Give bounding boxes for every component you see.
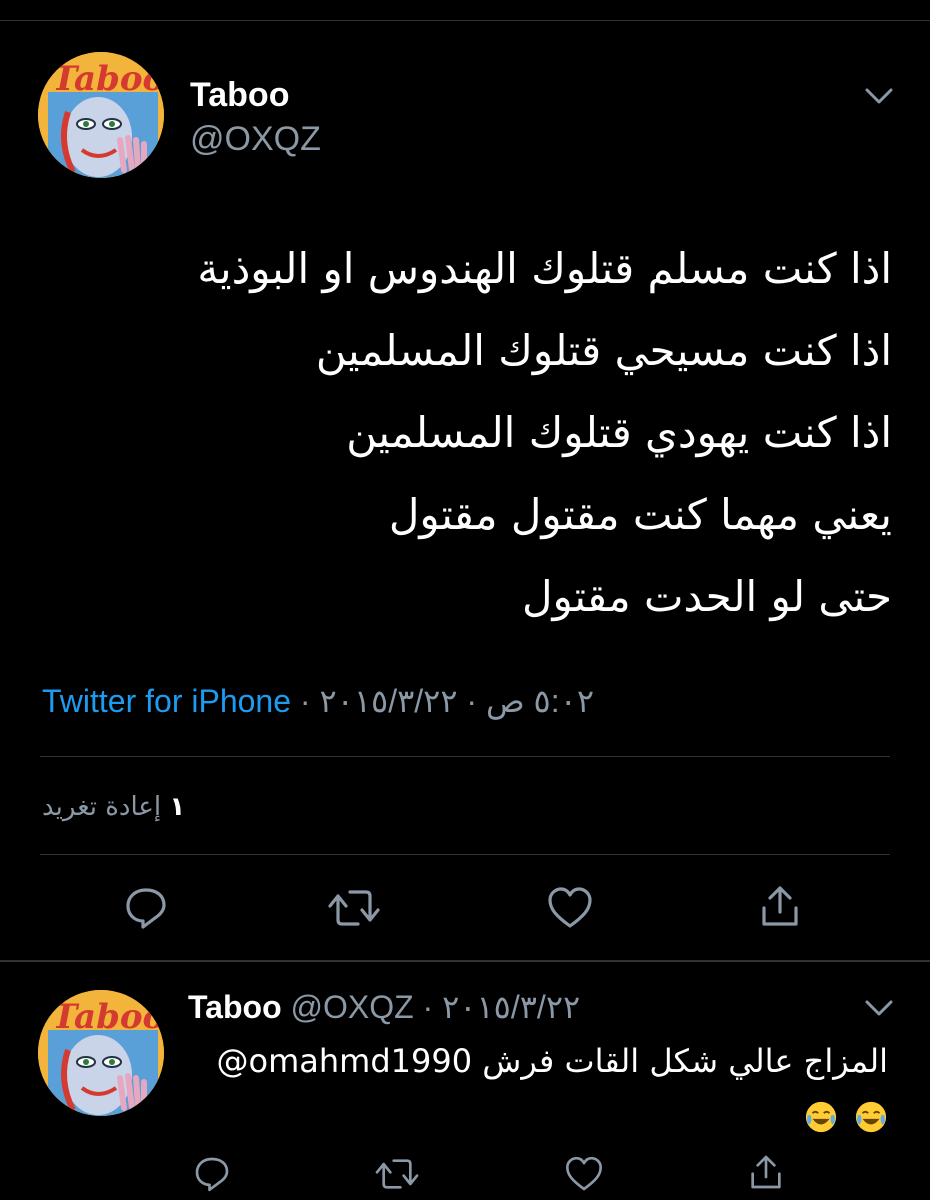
share-icon[interactable] [744,1152,788,1192]
meta-separator: · [413,989,443,1025]
retweet-count-number: ١ [169,792,186,822]
tweet-line: يعني مهما كنت مقتول مقتول [388,490,892,539]
retweet-count-label: إعادة تغريد [42,792,162,822]
tweet-date: ٢٠١٥/٣/٢٢ [319,683,458,719]
reply-text: المزاج عالي شكل القات فرش @omahmd1990 [188,1034,888,1142]
emoji-row [188,1088,888,1142]
tweet-line: حتى لو الحدت مقتول [522,572,892,621]
retweet-icon[interactable] [372,1154,422,1194]
tweet-text: اذا كنت مسلم قتلوك الهندوس او البوذية اذ… [40,228,892,638]
chevron-down-icon[interactable] [864,86,894,106]
section-divider [0,960,930,962]
mention-link[interactable]: @omahmd1990 [217,1042,473,1080]
meta-separator: · [457,683,486,719]
heart-icon[interactable] [562,1154,606,1194]
tweet-line: اذا كنت مسيحي قتلوك المسلمين [315,326,892,375]
tweet-meta: Twitter for iPhone · ٢٠١٥/٣/٢٢ · ٥:٠٢ ص [42,682,892,720]
divider [40,854,890,855]
reply-header: Taboo @OXQZ · ٢٠١٥/٣/٢٢ [188,988,888,1026]
face-with-tears-of-joy-icon [855,1101,887,1133]
reply-body: المزاج عالي شكل القات فرش [482,1042,888,1080]
chevron-down-icon[interactable] [864,998,894,1018]
svg-text:Taboo: Taboo [52,997,164,1037]
avatar[interactable]: Taboo [38,990,164,1116]
reply-icon[interactable] [122,884,170,932]
share-icon[interactable] [756,882,804,930]
tweet-time: ٥:٠٢ ص [485,683,594,719]
tweet-line: اذا كنت يهودي قتلوك المسلمين [346,408,892,457]
reply-author-name[interactable]: Taboo [188,989,282,1025]
heart-icon[interactable] [546,884,594,932]
meta-separator: · [291,683,320,719]
face-with-tears-of-joy-icon [805,1101,836,1133]
avatar[interactable]: Taboo [38,52,164,178]
reply-icon[interactable] [190,1154,234,1194]
author-handle[interactable]: @OXQZ [190,120,321,159]
divider [40,756,890,757]
tweet-line: اذا كنت مسلم قتلوك الهندوس او البوذية [197,244,892,293]
author-name[interactable]: Taboo [190,76,289,115]
reply-author-handle[interactable]: @OXQZ [291,989,414,1025]
retweet-count[interactable]: ١ إعادة تغريد [42,792,185,822]
retweet-icon[interactable] [326,884,382,932]
reply-date: ٢٠١٥/٣/٢٢ [442,989,581,1025]
source-link[interactable]: Twitter for iPhone [42,683,291,719]
svg-text:Taboo: Taboo [52,59,164,99]
top-divider [0,20,930,21]
